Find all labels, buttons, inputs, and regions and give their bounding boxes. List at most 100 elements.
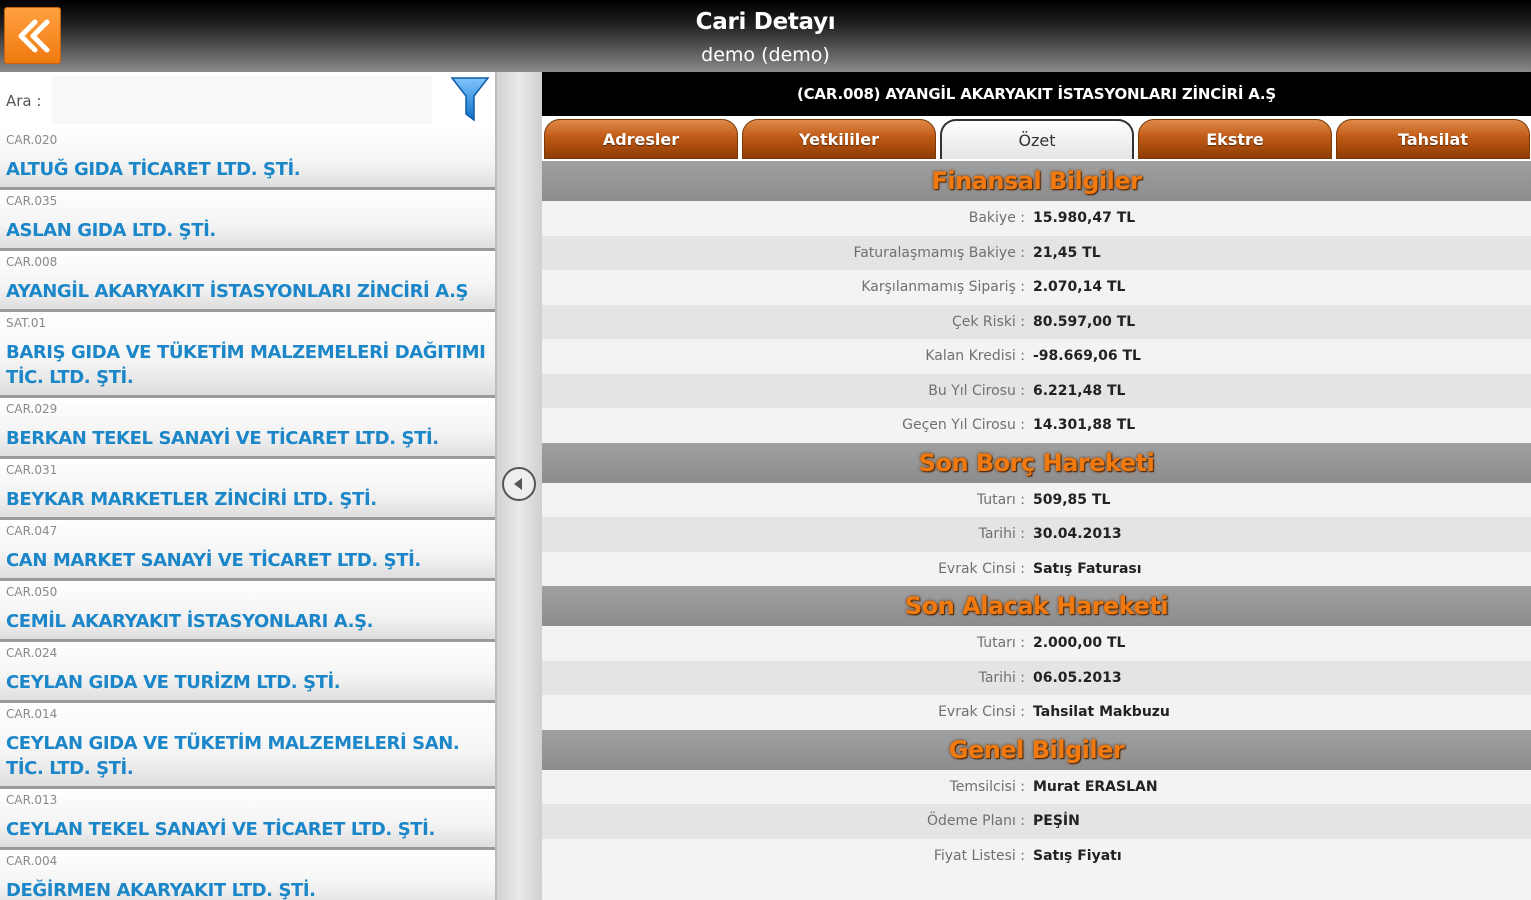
account-code: SAT.01	[6, 316, 47, 330]
tab-ekstre[interactable]: Ekstre	[1138, 119, 1332, 159]
info-label: Çek Riski :	[951, 313, 1025, 330]
info-row: Fiyat Listesi : Satış Fiyatı	[542, 838, 1531, 873]
summary-sections: Finansal Bilgiler Bakiye : 15.980,47 TL Fat…	[542, 161, 1531, 873]
info-row: Evrak Cinsi : Tahsilat Makbuzu	[542, 695, 1531, 730]
info-value: 06.05.2013	[1033, 669, 1122, 686]
info-row: Karşılanmamış Sipariş : 2.070,14 TL	[542, 270, 1531, 305]
section-header: Genel Bilgiler	[542, 729, 1531, 770]
account-name: CEYLAN TEKEL SANAYİ VE TİCARET LTD. ŞTİ.	[6, 819, 435, 840]
panel-divider	[495, 72, 542, 900]
info-row: Çek Riski : 80.597,00 TL	[542, 304, 1531, 339]
account-name: CEYLAN GIDA VE TURİZM LTD. ŞTİ.	[6, 672, 341, 693]
info-label: Tutarı :	[976, 635, 1025, 652]
section-header: Son Borç Hareketi	[542, 442, 1531, 483]
info-label: Evrak Cinsi :	[938, 560, 1025, 577]
tab-yetkililer[interactable]: Yetkililer	[742, 119, 936, 159]
account-list-item[interactable]: CAR.008 AYANGİL AKARYAKIT İSTASYONLARI Zİ…	[0, 251, 495, 312]
info-value: 509,85 TL	[1033, 491, 1111, 508]
info-label: Fiyat Listesi :	[933, 847, 1025, 864]
info-label: Ödeme Planı :	[926, 813, 1025, 830]
account-list-item[interactable]: CAR.020 ALTUĞ GIDA TİCARET LTD. ŞTİ.	[0, 129, 495, 190]
info-label: Temsilcisi :	[949, 778, 1025, 795]
account-detail-panel: (CAR.008) AYANGİL AKARYAKIT İSTASYONLARI…	[542, 72, 1531, 900]
info-label: Tutarı :	[976, 491, 1025, 508]
account-list-item[interactable]: CAR.014 CEYLAN GIDA VE TÜKETİM MALZEMELER…	[0, 703, 495, 789]
info-row: Tutarı : 2.000,00 TL	[542, 626, 1531, 661]
info-label: Geçen Yıl Cirosu :	[902, 417, 1025, 434]
info-value: 6.221,48 TL	[1033, 382, 1126, 399]
account-list-item[interactable]: SAT.01 BARIŞ GIDA VE TÜKETİM MALZEMELERİ …	[0, 312, 495, 398]
tab--zet[interactable]: Özet	[940, 119, 1134, 159]
info-row: Kalan Kredisi : -98.669,06 TL	[542, 339, 1531, 374]
account-list-item[interactable]: CAR.031 BEYKAR MARKETLER ZİNCİRİ LTD. ŞTİ…	[0, 459, 495, 520]
triangle-left-icon	[514, 478, 522, 490]
info-row: Evrak Cinsi : Satış Faturası	[542, 551, 1531, 586]
info-label: Bakiye :	[968, 210, 1025, 227]
search-bar: Ara :	[0, 72, 495, 129]
info-label: Tarihi :	[978, 669, 1025, 686]
account-list-item[interactable]: CAR.035 ASLAN GIDA LTD. ŞTİ.	[0, 190, 495, 251]
info-label: Kalan Kredisi :	[925, 348, 1025, 365]
tab-bar: Adresler Yetkililer Özet Ekstre Tahsilat	[542, 116, 1531, 161]
info-row: Faturalaşmamış Bakiye : 21,45 TL	[542, 235, 1531, 270]
account-name: BEYKAR MARKETLER ZİNCİRİ LTD. ŞTİ.	[6, 489, 377, 510]
info-value: PEŞİN	[1033, 813, 1080, 830]
collapse-panel-button[interactable]	[502, 467, 536, 501]
account-code: CAR.008	[6, 255, 58, 269]
app-header: Cari Detayı demo (demo)	[0, 0, 1531, 72]
account-code: CAR.014	[6, 707, 58, 721]
info-label: Bu Yıl Cirosu :	[928, 382, 1025, 399]
account-name: DEĞİRMEN AKARYAKIT LTD. ŞTİ.	[6, 880, 316, 900]
tab-tahsilat[interactable]: Tahsilat	[1336, 119, 1530, 159]
info-value: 21,45 TL	[1033, 244, 1101, 261]
filter-funnel-icon	[450, 77, 490, 122]
account-list-item[interactable]: CAR.024 CEYLAN GIDA VE TURİZM LTD. ŞTİ.	[0, 642, 495, 703]
account-list-item[interactable]: CAR.004 DEĞİRMEN AKARYAKIT LTD. ŞTİ.	[0, 850, 495, 900]
account-list-item[interactable]: CAR.047 CAN MARKET SANAYİ VE TİCARET LTD.…	[0, 520, 495, 581]
search-label: Ara :	[6, 92, 42, 110]
info-label: Evrak Cinsi :	[938, 704, 1025, 721]
selected-account-title: (CAR.008) AYANGİL AKARYAKIT İSTASYONLARI…	[542, 72, 1531, 116]
account-code: CAR.020	[6, 133, 58, 147]
info-row: Ödeme Planı : PEŞİN	[542, 804, 1531, 839]
info-value: -98.669,06 TL	[1033, 348, 1141, 365]
info-label: Karşılanmamış Sipariş :	[861, 279, 1025, 296]
section-header: Finansal Bilgiler	[542, 161, 1531, 201]
info-row: Bakiye : 15.980,47 TL	[542, 201, 1531, 236]
account-list-item[interactable]: CAR.029 BERKAN TEKEL SANAYİ VE TİCARET LT…	[0, 398, 495, 459]
filter-button[interactable]	[448, 76, 492, 124]
info-value: Satış Fiyatı	[1033, 847, 1122, 864]
account-name: BERKAN TEKEL SANAYİ VE TİCARET LTD. ŞTİ.	[6, 428, 439, 449]
info-label: Tarihi :	[978, 526, 1025, 543]
info-value: Murat ERASLAN	[1033, 778, 1158, 795]
info-value: 30.04.2013	[1033, 526, 1122, 543]
info-value: 2.070,14 TL	[1033, 279, 1126, 296]
info-row: Tutarı : 509,85 TL	[542, 482, 1531, 517]
info-row: Temsilcisi : Murat ERASLAN	[542, 769, 1531, 804]
account-code: CAR.047	[6, 524, 58, 538]
account-list-panel: Ara : CAR.020 ALTUĞ GIDA TİCARET LTD. ŞTİ…	[0, 72, 495, 900]
account-list-item[interactable]: CAR.013 CEYLAN TEKEL SANAYİ VE TİCARET LT…	[0, 789, 495, 850]
account-name: ASLAN GIDA LTD. ŞTİ.	[6, 220, 216, 241]
search-input[interactable]	[52, 76, 432, 124]
account-name: BARIŞ GIDA VE TÜKETİM MALZEMELERİ DAĞITI…	[6, 342, 486, 388]
page-subtitle: demo (demo)	[701, 44, 830, 66]
account-name: ALTUĞ GIDA TİCARET LTD. ŞTİ.	[6, 159, 301, 180]
account-code: CAR.013	[6, 793, 58, 807]
account-code: CAR.050	[6, 585, 58, 599]
account-code: CAR.035	[6, 194, 58, 208]
tab-adresler[interactable]: Adresler	[544, 119, 738, 159]
account-code: CAR.004	[6, 854, 58, 868]
info-value: 15.980,47 TL	[1033, 210, 1136, 227]
account-name: CEMİL AKARYAKIT İSTASYONLARI A.Ş.	[6, 611, 374, 632]
info-value: Tahsilat Makbuzu	[1033, 704, 1170, 721]
info-row: Bu Yıl Cirosu : 6.221,48 TL	[542, 373, 1531, 408]
info-row: Geçen Yıl Cirosu : 14.301,88 TL	[542, 408, 1531, 443]
account-code: CAR.024	[6, 646, 58, 660]
info-value: Satış Faturası	[1033, 560, 1142, 577]
info-row: Tarihi : 06.05.2013	[542, 660, 1531, 695]
info-value: 2.000,00 TL	[1033, 635, 1126, 652]
info-row: Tarihi : 30.04.2013	[542, 517, 1531, 552]
account-name: AYANGİL AKARYAKIT İSTASYONLARI ZİNCİRİ A…	[6, 281, 469, 302]
account-list-item[interactable]: CAR.050 CEMİL AKARYAKIT İSTASYONLARI A.Ş.	[0, 581, 495, 642]
